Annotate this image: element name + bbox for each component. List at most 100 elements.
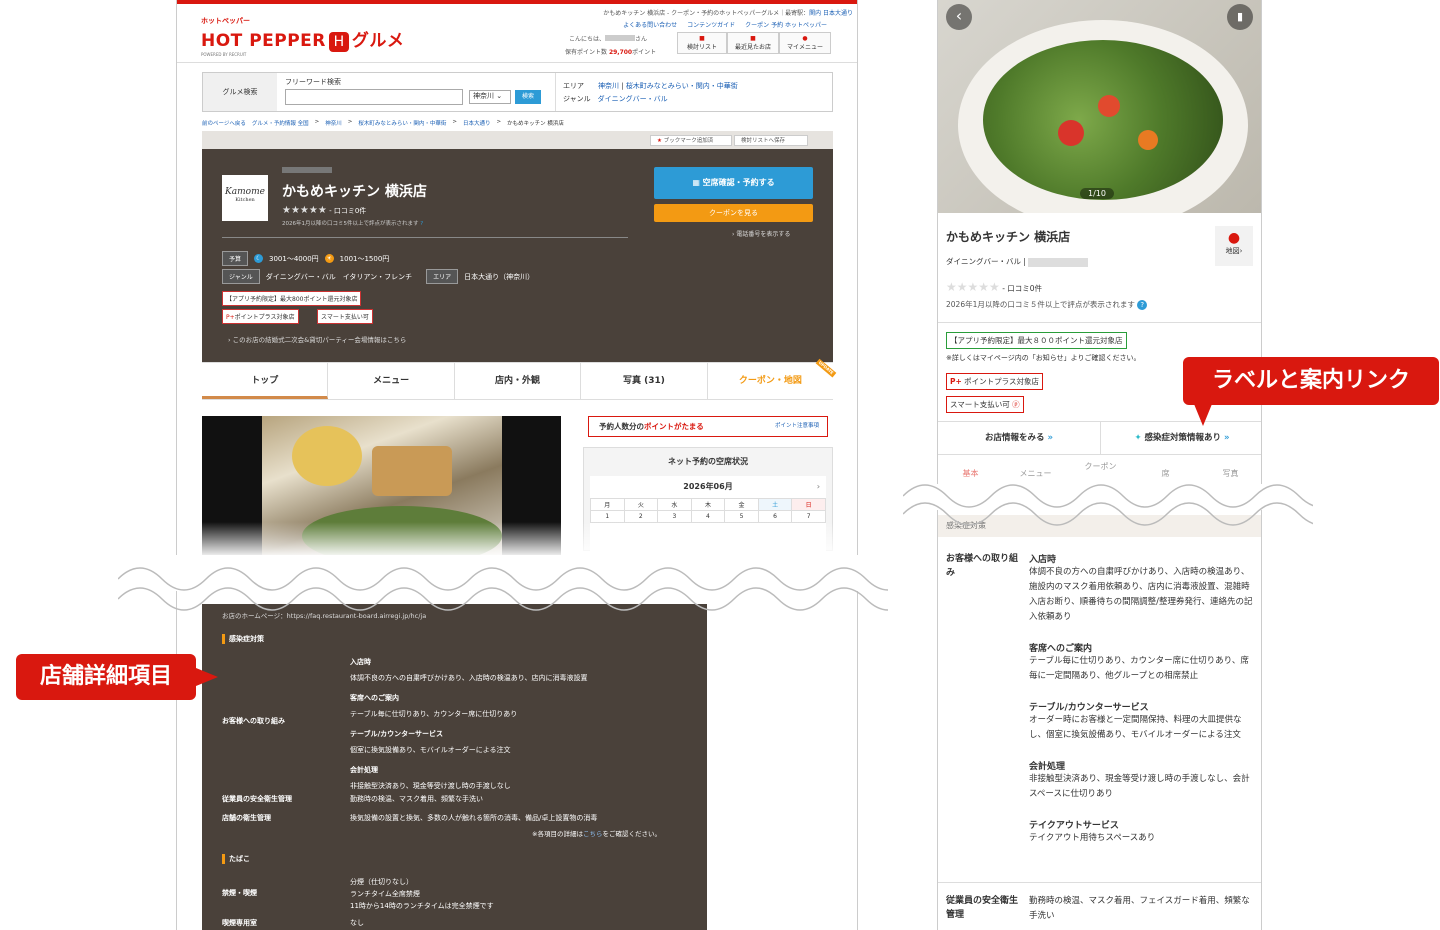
points-note-link[interactable]: ポイント注意事項 [775, 417, 819, 436]
shop-info-button[interactable]: お店情報をみる » [938, 422, 1101, 454]
section-tobacco: たばこ [222, 854, 250, 864]
freeword-input[interactable] [285, 89, 463, 105]
recent-button[interactable]: ■ 最近見たお店 [727, 32, 779, 54]
freeword-label: フリーワード検索 [285, 78, 341, 86]
faq-link[interactable]: よくある問い合わせ [623, 20, 677, 29]
save-list-label: 検討リストへ保存 [741, 138, 786, 144]
shop-name: かもめキッチン 横浜店 [282, 184, 427, 200]
day-cell[interactable]: 5 [724, 510, 759, 523]
review-note-text: 2026年1月以降の口コミ5件以上で評点が表示されます [282, 221, 419, 227]
dinner-icon: ☾ [254, 254, 264, 263]
tab-top[interactable]: トップ [202, 363, 329, 399]
note-post: をご確認ください。 [602, 830, 661, 838]
breadcrumb-station[interactable]: 日本大通り [463, 119, 491, 127]
area-link-sakuragicho[interactable]: 桜木町みなとみらい・関内・中華街 [626, 82, 738, 90]
row-staff-text: 勤務時の検温、マスク着用、頻繁な手洗い [350, 795, 483, 803]
user-name [605, 35, 636, 41]
day-row: 1234567 [590, 510, 826, 523]
mobile-photo[interactable]: ‹ ▮ 1/10 [938, 0, 1261, 213]
breadcrumb-back[interactable]: 前のページへ戻る [202, 119, 246, 127]
chevron-right-icon[interactable]: › [817, 476, 820, 498]
consider-list-button[interactable]: ■ 検討リスト [677, 32, 727, 54]
greeting-suffix: さん [635, 36, 648, 43]
genre-link[interactable]: ダイニングバー・バル [598, 95, 668, 103]
note-link[interactable]: こちら [583, 830, 603, 838]
infection-info-button[interactable]: ✦ 感染症対策情報あり » [1101, 422, 1261, 454]
genre-row: ジャンル ダイニングバー・バル [563, 94, 668, 104]
search-button[interactable]: 検索 [515, 90, 541, 104]
review-count: - 口コミ0件 [329, 207, 367, 215]
mobile-item-text: 体調不良の方への自粛呼びかけあり、入店時の検温あり、施設内のマスク着用依頼あり、… [1029, 567, 1253, 622]
divider [938, 882, 1261, 883]
genre-row-value: ダイニングバー・バル イタリアン・フレンチ [265, 272, 413, 281]
mobile-review-note-text: 2026年1月以降の口コミ５件以上で評点が表示されます [946, 300, 1135, 309]
calendar-month: 2026年06月 [683, 482, 733, 491]
tab-photos[interactable]: 写真 (31) [581, 363, 708, 399]
callout-shop-detail: 店舗詳細項目 [16, 654, 196, 700]
infection-info-label: 感染症対策情報あり [1144, 433, 1222, 443]
callout-labels-links: ラベルと案内リンク [1183, 357, 1439, 405]
prefecture-select[interactable]: 神奈川 ⌄ [469, 90, 511, 104]
party-link[interactable]: › このお店の結婚式二次会&貸切パーティー会場情報はこちら [228, 334, 406, 344]
row-staff-label: 従業員の安全衛生管理 [222, 795, 292, 803]
day-cell[interactable]: 3 [657, 510, 692, 523]
guide-link[interactable]: コンテンツガイド [687, 20, 735, 29]
mobile-customer-items: 入店時 体調不良の方への自粛呼びかけあり、入店時の検温あり、施設内のマスク着用依… [1029, 552, 1257, 846]
item-heading: 入店時 [350, 658, 371, 666]
back-icon[interactable]: ‹ [946, 4, 972, 30]
reserve-button[interactable]: ▦ 空席確認・予約する [654, 167, 813, 199]
point-plus-icon: P+ [950, 377, 962, 386]
bookmark-label: ブックマーク追加済 [663, 138, 714, 144]
day-cell[interactable]: 6 [757, 510, 793, 523]
day-cell[interactable]: 2 [623, 510, 659, 523]
help-icon[interactable]: ? [1137, 300, 1148, 310]
genre-label: ジャンル [563, 95, 591, 103]
mymenu-button[interactable]: ● マイメニュー [779, 32, 831, 54]
rating: ★★★★★ - 口コミ0件 [282, 205, 366, 216]
smoking-line: ランチタイム全席禁煙 [350, 890, 420, 898]
area-row-label: エリア [426, 269, 459, 284]
row-shop-text: 換気設備の設置と換気、多数の人が触れる箇所の消毒、備品/卓上設置物の消毒 [350, 814, 598, 822]
breadcrumb-national[interactable]: グルメ・予約情報 全国 [252, 119, 309, 127]
map-button[interactable]: ● 地図› [1215, 226, 1253, 266]
calendar-table: 月火水木金土日 1234567 [590, 498, 826, 523]
party-link-label: このお店の結婚式二次会&貸切パーティー会場情報はこちら [232, 336, 407, 344]
food-photo-fries [372, 446, 452, 496]
coupon-button[interactable]: クーポンを見る [654, 204, 813, 222]
mobile-item-heading: テイクアウトサービス [1029, 821, 1119, 831]
tag-point-plus-label: ポイントプラス対象店 [234, 314, 295, 321]
chevron-down-icon: » [1047, 433, 1053, 443]
station-link[interactable]: 関内 日本大通り [809, 10, 853, 17]
day-cell[interactable]: 4 [690, 510, 726, 523]
greeting: こんにちは、 さん [569, 34, 647, 43]
tab-menu[interactable]: メニュー [328, 363, 455, 399]
tab-interior[interactable]: 店内・外観 [455, 363, 582, 399]
day-cell[interactable]: 7 [791, 510, 826, 523]
shop-divider [222, 237, 628, 238]
coupon-link[interactable]: クーポン 予約 ホットペッパー [745, 20, 827, 29]
mobile-item-text: テイクアウト用待ちスペースあり [1029, 833, 1156, 843]
help-icon[interactable]: ? [420, 221, 423, 227]
save-list-button[interactable]: 検討リストへ保存 [734, 135, 808, 146]
bookmark-button[interactable]: ★ ブックマーク追加済 [650, 135, 732, 146]
breadcrumb-area[interactable]: 桜木町みなとみらい・関内・中華街 [358, 119, 446, 127]
tab-coupon-map[interactable]: クーポン・地図 UPDATE [708, 358, 837, 399]
calendar-icon: ▦ [692, 178, 700, 187]
breadcrumb-kanagawa[interactable]: 神奈川 [325, 119, 342, 127]
logo-powered: POWERED BY RECRUIT [201, 52, 247, 57]
bookmark-icon[interactable]: ▮ [1227, 4, 1253, 30]
detail-note: ※各項目の詳細はこちらをご確認ください。 [532, 828, 661, 838]
points-banner[interactable]: 予約人数分のポイントがたまる ポイント注意事項 [588, 416, 828, 437]
logo[interactable]: ホットペッパー HOT PEPPER H グルメ POWERED BY RECRUI… [201, 16, 404, 57]
top-bar [177, 0, 857, 4]
mobile-tag-smart-pay-label: スマート支払い可 [950, 400, 1010, 409]
divider [938, 322, 1261, 323]
day-cell[interactable]: 1 [590, 510, 625, 523]
tag-app-points: 【アプリ予約限定】最大800ポイント還元対象店 [222, 291, 362, 306]
header-links: よくある問い合わせ コンテンツガイド クーポン 予約 ホットペッパー [587, 20, 827, 29]
tag-smart-pay: スマート支払い可 [317, 309, 373, 324]
tel-link[interactable]: › 電話番号を表示する [732, 229, 790, 238]
shop-info-label: お店情報をみる [985, 433, 1045, 443]
star-icon: ★ [657, 138, 662, 144]
area-link-kanagawa[interactable]: 神奈川 [598, 82, 619, 90]
